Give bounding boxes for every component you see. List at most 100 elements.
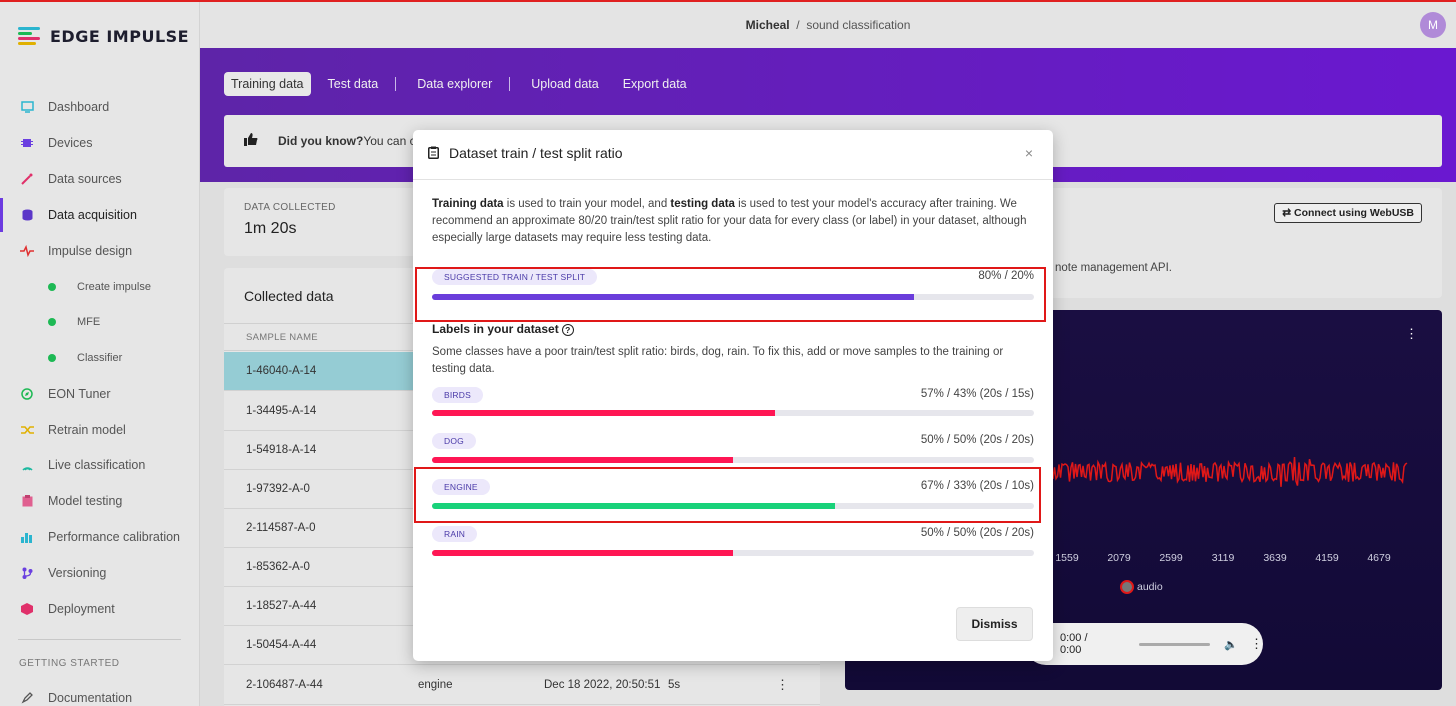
x-tick-label: 3639: [1263, 552, 1287, 564]
sidebar-item-deployment[interactable]: Deployment: [0, 592, 200, 626]
sample-name: 1-34495-A-14: [246, 405, 317, 417]
database-icon: [20, 208, 34, 222]
sidebar-item-label: Performance calibration: [48, 530, 181, 544]
connect-webusb-label: Connect using WebUSB: [1294, 207, 1414, 219]
connect-webusb-button[interactable]: ⇄ Connect using WebUSB: [1274, 203, 1422, 223]
sample-name: 1-18527-A-44: [246, 600, 317, 612]
rocket-icon: [20, 691, 34, 705]
sample-length: 5s: [668, 679, 681, 691]
sidebar-item-versioning[interactable]: Versioning: [0, 556, 200, 590]
split-ratio-modal: Dataset train / test split ratio × Train…: [413, 130, 1053, 661]
highlight-box-engine: [414, 467, 1041, 523]
sidebar-item-label: Documentation: [48, 691, 133, 705]
sidebar-item-documentation[interactable]: Documentation: [0, 681, 200, 706]
tab-divider: [395, 77, 397, 91]
breadcrumb-project[interactable]: sound classification: [806, 18, 910, 32]
did-you-know-title: Did you know?: [278, 134, 364, 148]
branch-icon: [20, 566, 34, 580]
wand-icon: [20, 172, 34, 186]
tab-export-data[interactable]: Export data: [616, 72, 694, 96]
tab-data-explorer[interactable]: Data explorer: [410, 72, 499, 96]
dismiss-button[interactable]: Dismiss: [956, 607, 1033, 641]
sidebar-subitem-label: Create impulse: [77, 281, 151, 293]
highlight-box-suggested-split: [415, 267, 1046, 322]
player-more-icon[interactable]: ⋮: [1250, 636, 1263, 652]
row-menu-icon[interactable]: ⋮: [776, 677, 789, 693]
sidebar-item-label: EON Tuner: [48, 387, 111, 401]
sidebar-item-data-sources[interactable]: Data sources: [0, 162, 200, 196]
class-bar-birds: [432, 410, 1034, 416]
sidebar-item-label: Deployment: [48, 602, 115, 616]
sample-name: 1-54918-A-14: [246, 444, 317, 456]
collected-data-title: Collected data: [244, 288, 334, 304]
sidebar-item-impulse-design[interactable]: Impulse design: [0, 234, 200, 268]
sidebar-subitem-label: MFE: [77, 316, 101, 328]
data-tabs: Training data Test data Data explorer Up…: [224, 72, 704, 96]
x-tick-label: 2079: [1107, 552, 1131, 564]
shuffle-icon: [20, 423, 34, 437]
status-dot-icon: [48, 318, 56, 326]
volume-icon[interactable]: 🔈: [1224, 638, 1238, 651]
x-tick-label: 4679: [1367, 552, 1391, 564]
waveform-menu-icon[interactable]: ⋮: [1405, 326, 1418, 342]
sidebar-item-retrain-model[interactable]: Retrain model: [0, 413, 200, 447]
sidebar-subitem-create-impulse[interactable]: Create impulse: [48, 277, 151, 297]
legend-label: audio: [1137, 581, 1163, 593]
close-icon[interactable]: ×: [1025, 145, 1033, 161]
app-logo[interactable]: EDGE IMPULSE: [18, 26, 189, 46]
sidebar-item-live-classification[interactable]: Live classification: [0, 448, 200, 482]
waveform-legend[interactable]: audio: [1120, 580, 1163, 594]
sidebar-item-label: Live classification: [48, 458, 146, 472]
class-ratio-birds: 57% / 43% (20s / 15s): [920, 388, 1034, 400]
labels-section-title: Labels in your dataset?: [432, 322, 574, 336]
cube-icon: [20, 602, 34, 616]
thumbs-up-icon: [244, 133, 258, 149]
player-time: 0:00 / 0:00: [1060, 632, 1088, 656]
sample-name: 1-46040-A-14: [246, 365, 317, 377]
sidebar-item-label: Impulse design: [48, 244, 133, 258]
labels-title-text: Labels in your dataset: [432, 322, 559, 336]
tab-test-data[interactable]: Test data: [321, 72, 386, 96]
class-bar-rain: [432, 550, 1034, 556]
sidebar-item-performance-calibration[interactable]: Performance calibration: [0, 520, 200, 554]
tab-training-data[interactable]: Training data: [224, 72, 311, 96]
sidebar-item-label: Devices: [48, 136, 93, 150]
class-bar-dog: [432, 457, 1034, 463]
class-badge-birds: BIRDS: [432, 387, 483, 403]
x-tick-label: 2599: [1159, 552, 1183, 564]
edge-impulse-logo-icon: [18, 26, 42, 46]
sample-name: 1-97392-A-0: [246, 483, 310, 495]
legend-swatch: [1120, 580, 1134, 594]
app-name: EDGE IMPULSE: [50, 26, 190, 46]
class-badge-dog: DOG: [432, 433, 476, 449]
sidebar-item-label: Data sources: [48, 172, 122, 186]
class-ratio-rain: 50% / 50% (20s / 20s): [920, 527, 1034, 539]
sidebar-item-devices[interactable]: Devices: [0, 126, 200, 160]
class-bar-fill: [432, 457, 733, 463]
breadcrumb: Micheal / sound classification: [200, 18, 1456, 32]
sample-label: engine: [418, 679, 453, 691]
data-collected-label: DATA COLLECTED: [244, 202, 336, 213]
table-row[interactable]: 2-106487-A-44 engine Dec 18 2022, 20:50:…: [224, 666, 820, 705]
sidebar-item-data-acquisition[interactable]: Data acquisition: [0, 198, 200, 232]
tab-upload-data[interactable]: Upload data: [524, 72, 605, 96]
player-seek-bar[interactable]: [1139, 642, 1211, 646]
sidebar-item-model-testing[interactable]: Model testing: [0, 484, 200, 518]
audio-player[interactable]: 0:00 / 0:00 🔈 ⋮: [1025, 623, 1263, 665]
sidebar-item-label: Dashboard: [48, 100, 110, 114]
breadcrumb-user[interactable]: Micheal: [746, 18, 790, 32]
sidebar-item-dashboard[interactable]: Dashboard: [0, 90, 200, 124]
chart-icon: [20, 530, 34, 544]
avatar[interactable]: M: [1420, 12, 1446, 38]
x-tick-label: 3119: [1211, 552, 1235, 564]
breadcrumb-separator: /: [796, 18, 800, 32]
sidebar-item-eon-tuner[interactable]: EON Tuner: [0, 377, 200, 411]
sidebar-item-label: Data acquisition: [48, 208, 137, 222]
usb-icon: ⇄: [1282, 207, 1292, 219]
sidebar-subitem-classifier[interactable]: Classifier: [48, 348, 122, 368]
desc-training-data: Training data: [432, 198, 504, 210]
sidebar-subitem-mfe[interactable]: MFE: [48, 312, 100, 332]
help-icon[interactable]: ?: [561, 323, 574, 336]
chip-icon: [20, 136, 34, 150]
sidebar-divider: [18, 639, 181, 640]
